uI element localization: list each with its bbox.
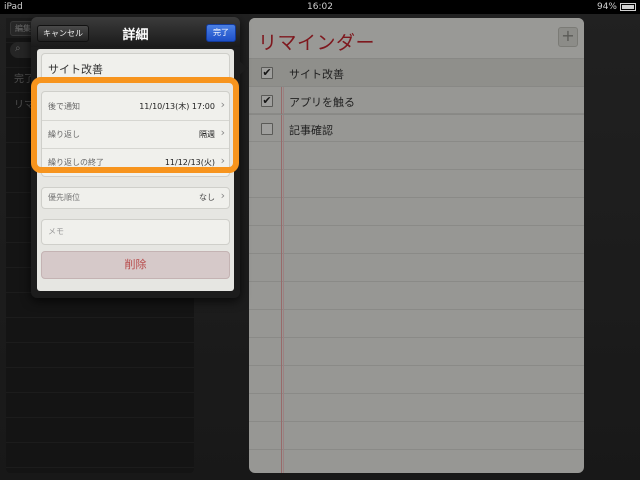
notebook-header: リマインダー + [249,18,584,60]
detail-label: 後で通知 [48,102,80,111]
checkbox-unchecked-icon[interactable] [261,123,273,135]
status-time: 16:02 [307,2,333,12]
reminder-row[interactable]: ✔ サイト改善 [249,58,584,87]
detail-value: 11/12/13(火) [164,158,215,167]
memo-placeholder: メモ [48,227,64,236]
battery-status: 94% [597,0,636,14]
detail-row-remind[interactable]: 後で通知 11/10/13(木) 17:00 › [42,92,229,121]
page-title: リマインダー [258,32,376,54]
reminder-label: 記事確認 [289,124,333,137]
detail-value: 隔週 [199,130,215,139]
popover-navbar: キャンセル 詳細 完了 [31,17,240,47]
chevron-right-icon: › [220,154,225,167]
detail-label: 繰り返し [48,130,80,139]
reminder-title-text: サイト改善 [48,63,103,76]
priority-value: なし [199,193,215,202]
detail-popover: キャンセル 詳細 完了 サイト改善 後で通知 11/10/13(木) 17:00… [31,17,240,298]
chevron-right-icon: › [220,126,225,139]
reminder-row[interactable]: 記事確認 [249,114,584,143]
reminder-label: アプリを触る [289,96,355,109]
checkbox-checked-icon[interactable]: ✔ [261,67,273,79]
detail-label: 繰り返しの終了 [48,158,104,167]
add-reminder-button[interactable]: + [558,27,578,47]
reminder-row[interactable]: ✔ アプリを触る [249,86,584,115]
detail-row-priority[interactable]: 優先順位 なし › [41,187,230,209]
checkbox-checked-icon[interactable]: ✔ [261,95,273,107]
done-button[interactable]: 完了 [206,24,236,42]
reminder-label: サイト改善 [289,68,344,81]
chevron-right-icon: › [220,98,225,111]
popover-content: サイト改善 後で通知 11/10/13(木) 17:00 › 繰り返し 隔週 ›… [37,49,234,291]
detail-value: 11/10/13(木) 17:00 [139,102,215,111]
priority-label: 優先順位 [48,193,80,202]
detail-row-end-repeat[interactable]: 繰り返しの終了 11/12/13(火) › [42,148,229,176]
delete-button[interactable]: 削除 [41,251,230,279]
detail-row-repeat[interactable]: 繰り返し 隔週 › [42,120,229,149]
popover-arrow [238,60,248,76]
battery-icon [620,3,636,11]
memo-field[interactable]: メモ [41,219,230,245]
status-bar: iPad 16:02 94% [0,0,640,14]
chevron-right-icon: › [220,189,225,202]
battery-percent: 94% [596,2,617,12]
detail-group: 後で通知 11/10/13(木) 17:00 › 繰り返し 隔週 › 繰り返しの… [41,91,230,177]
reminder-title-field[interactable]: サイト改善 [41,53,230,83]
search-icon: ⌕ [15,43,21,54]
reminder-notebook: リマインダー + ✔ サイト改善 ✔ アプリを触る 記事確認 [249,18,584,473]
